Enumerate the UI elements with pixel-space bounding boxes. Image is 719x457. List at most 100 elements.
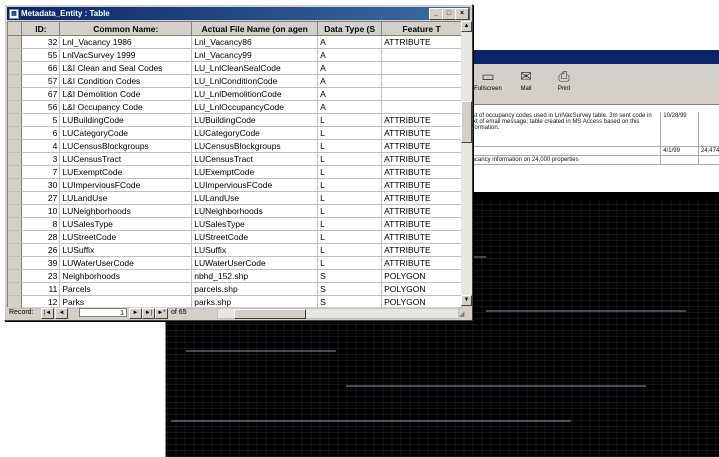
column-header-common-name[interactable]: Common Name:	[59, 22, 193, 36]
cell-file-name[interactable]: nbhd_152.shp	[191, 269, 319, 283]
cell-feature-type[interactable]: ATTRIBUTE	[381, 178, 462, 192]
cell-id[interactable]: 10	[21, 204, 61, 218]
cell-file-name[interactable]: parcels.shp	[191, 282, 319, 296]
cell-file-name[interactable]: LUImperviousFCode	[191, 178, 319, 192]
cell-id[interactable]: 3	[21, 152, 61, 166]
cell-data-type[interactable]: A	[317, 48, 383, 62]
cell-data-type[interactable]: L	[317, 243, 383, 257]
table-row[interactable]: 7 LUExemptCode LUExemptCode L ATTRIBUTE	[8, 165, 462, 179]
cell-data-type[interactable]: A	[317, 61, 383, 75]
cell-data-type[interactable]: S	[317, 282, 383, 296]
select-all-corner[interactable]	[8, 22, 23, 36]
row-selector[interactable]	[8, 217, 23, 231]
cell-file-name[interactable]: LUCategoryCode	[191, 126, 319, 140]
cell-feature-type[interactable]	[381, 87, 462, 101]
cell-file-name[interactable]: LU_LnlConditionCode	[191, 74, 319, 88]
last-record-button[interactable]: ►|	[142, 308, 155, 319]
cell-id[interactable]: 27	[21, 191, 61, 205]
cell-feature-type[interactable]	[381, 61, 462, 75]
cell-feature-type[interactable]	[381, 48, 462, 62]
cell-data-type[interactable]: L	[317, 126, 383, 140]
table-row[interactable]: 26 LUSuffix LUSuffix L ATTRIBUTE	[8, 243, 462, 257]
cell-file-name[interactable]: Lnl_Vacancy86	[191, 35, 319, 49]
table-row[interactable]: 66 L&I Clean and Seal Codes LU_LnlCleanSea…	[8, 61, 462, 75]
table-row[interactable]: 30 LUImperviousFCode LUImperviousFCode L ATT…	[8, 178, 462, 192]
row-selector[interactable]	[8, 113, 23, 127]
cell-file-name[interactable]: LUStreetCode	[191, 230, 319, 244]
table-row[interactable]: 10 LUNeighborhoods LUNeighborhoods L ATTRIBU…	[8, 204, 462, 218]
cell-data-type[interactable]: L	[317, 217, 383, 231]
cell-id[interactable]: 7	[21, 165, 61, 179]
cell-file-name[interactable]: LU_LnlOccupancyCode	[191, 100, 319, 114]
cell-feature-type[interactable]	[381, 74, 462, 88]
cell-id[interactable]: 67	[21, 87, 61, 101]
cell-feature-type[interactable]: ATTRIBUTE	[381, 256, 462, 270]
cell-file-name[interactable]: LU_LnlCleanSealCode	[191, 61, 319, 75]
cell-id[interactable]: 32	[21, 35, 61, 49]
cell-id[interactable]: 66	[21, 61, 61, 75]
datasheet[interactable]: ID: Common Name: Actual File Name (on ag…	[7, 21, 462, 309]
table-row[interactable]: 8 LUSalesType LUSalesType L ATTRIBUTE	[8, 217, 462, 231]
row-selector[interactable]	[8, 87, 23, 101]
cell-file-name[interactable]: LULandUse	[191, 191, 319, 205]
cell-id[interactable]: 56	[21, 100, 61, 114]
table-row[interactable]: 55 LnlVacSurvey 1999 Lnl_Vacancy99 A	[8, 48, 462, 62]
vertical-scroll-thumb[interactable]	[461, 101, 472, 143]
cell-common-name[interactable]: LUCensusBlockgroups	[59, 139, 193, 153]
scroll-up-icon[interactable]: ▲	[461, 21, 472, 32]
cell-id[interactable]: 55	[21, 48, 61, 62]
cell-id[interactable]: 26	[21, 243, 61, 257]
row-selector[interactable]	[8, 243, 23, 257]
row-selector[interactable]	[8, 74, 23, 88]
cell-common-name[interactable]: L&I Demolition Code	[59, 87, 193, 101]
cell-feature-type[interactable]: POLYGON	[381, 269, 462, 283]
column-header-data-type[interactable]: Data Type (S	[317, 22, 383, 36]
cell-feature-type[interactable]: ATTRIBUTE	[381, 230, 462, 244]
row-selector[interactable]	[8, 204, 23, 218]
table-row[interactable]: 27 LULandUse LULandUse L ATTRIBUTE	[8, 191, 462, 205]
cell-common-name[interactable]: LUImperviousFCode	[59, 178, 193, 192]
row-selector[interactable]	[8, 126, 23, 140]
cell-feature-type[interactable]: ATTRIBUTE	[381, 126, 462, 140]
cell-file-name[interactable]: LUCensusTract	[191, 152, 319, 166]
cell-feature-type[interactable]: ATTRIBUTE	[381, 139, 462, 153]
horizontal-scrollbar[interactable]	[217, 308, 459, 319]
row-selector[interactable]	[8, 282, 23, 296]
cell-file-name[interactable]: LUNeighborhoods	[191, 204, 319, 218]
cell-data-type[interactable]: L	[317, 178, 383, 192]
cell-file-name[interactable]: Lnl_Vacancy99	[191, 48, 319, 62]
cell-data-type[interactable]: A	[317, 87, 383, 101]
cell-feature-type[interactable]: ATTRIBUTE	[381, 35, 462, 49]
cell-common-name[interactable]: Lnl_Vacancy 1986	[59, 35, 193, 49]
cell-common-name[interactable]: LUSalesType	[59, 217, 193, 231]
cell-common-name[interactable]: LUExemptCode	[59, 165, 193, 179]
row-selector[interactable]	[8, 230, 23, 244]
next-record-button[interactable]: ►	[129, 308, 142, 319]
new-record-button[interactable]: ►*	[155, 308, 168, 319]
cell-id[interactable]: 30	[21, 178, 61, 192]
cell-id[interactable]: 57	[21, 74, 61, 88]
close-button[interactable]: ×	[455, 8, 469, 20]
table-row[interactable]: 56 L&I Occupancy Code LU_LnlOccupancyCode A	[8, 100, 462, 114]
cell-common-name[interactable]: L&I Clean and Seal Codes	[59, 61, 193, 75]
cell-data-type[interactable]: L	[317, 256, 383, 270]
table-row[interactable]: 5 LUBuildingCode LUBuildingCode L ATTRIBUTE	[8, 113, 462, 127]
mail-button[interactable]: ✉ Mail	[508, 66, 544, 98]
cell-feature-type[interactable]: ATTRIBUTE	[381, 204, 462, 218]
cell-data-type[interactable]: L	[317, 139, 383, 153]
cell-feature-type[interactable]: ATTRIBUTE	[381, 191, 462, 205]
row-selector[interactable]	[8, 152, 23, 166]
cell-common-name[interactable]: LUStreetCode	[59, 230, 193, 244]
horizontal-scroll-thumb[interactable]	[234, 309, 306, 319]
first-record-button[interactable]: |◄	[41, 308, 54, 319]
cell-feature-type[interactable]: ATTRIBUTE	[381, 243, 462, 257]
row-selector[interactable]	[8, 191, 23, 205]
cell-feature-type[interactable]: ATTRIBUTE	[381, 152, 462, 166]
column-header-feature-type[interactable]: Feature T	[381, 22, 462, 36]
cell-common-name[interactable]: Neighborhoods	[59, 269, 193, 283]
cell-feature-type[interactable]: ATTRIBUTE	[381, 217, 462, 231]
table-row[interactable]: 39 LUWaterUserCode LUWaterUserCode L ATTRIBU…	[8, 256, 462, 270]
record-number-input[interactable]: 1	[79, 308, 127, 317]
column-header-id[interactable]: ID:	[21, 22, 61, 36]
row-selector[interactable]	[8, 100, 23, 114]
